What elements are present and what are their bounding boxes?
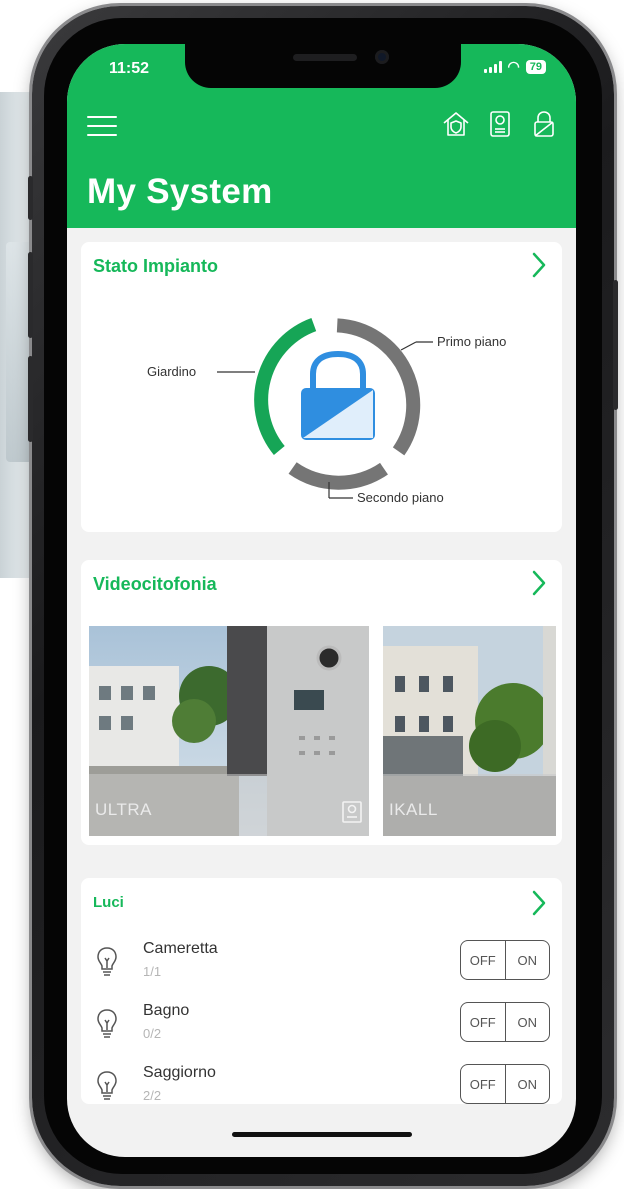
- light-bulb-icon: [97, 947, 117, 976]
- light-toggle: OFF ON: [460, 940, 550, 980]
- light-bulb-icon: [97, 1009, 117, 1038]
- light-row-saggiorno: Saggiorno 2/2 OFF ON: [81, 1064, 562, 1124]
- off-button[interactable]: OFF: [461, 941, 505, 979]
- luci-title: Luci: [93, 894, 124, 911]
- app-screen: 11:52 ◠ 79 My System Stato Impianto Giar…: [67, 44, 576, 1157]
- zone-label-secondo-piano: Secondo piano: [357, 490, 444, 505]
- zone-label-primo-piano: Primo piano: [437, 334, 506, 349]
- videocitofonia-card[interactable]: Videocitofonia ULTRA IKALL: [81, 560, 562, 845]
- on-button[interactable]: ON: [504, 1065, 550, 1103]
- zone-ring-secondo-piano: [288, 462, 388, 490]
- light-room-count: 1/1: [143, 964, 162, 979]
- battery-indicator: 79: [525, 59, 546, 74]
- volume-down-button: [28, 356, 33, 442]
- zone-status-ring: Giardino Primo piano Secondo piano: [147, 318, 506, 505]
- status-icons: ◠ 79: [483, 58, 546, 75]
- stato-impianto-card[interactable]: Stato Impianto Giardino Primo piano Seco…: [81, 242, 562, 532]
- light-room-name: Cameretta: [143, 940, 218, 957]
- off-button[interactable]: OFF: [461, 1003, 505, 1041]
- power-button: [613, 280, 618, 410]
- camera-label-ikall: IKALL: [389, 800, 438, 819]
- speaker-grille: [293, 54, 357, 61]
- light-toggle: OFF ON: [460, 1064, 550, 1104]
- light-room-name: Bagno: [143, 1002, 190, 1019]
- chevron-right-icon[interactable]: [528, 888, 550, 918]
- signal-icon: [483, 60, 502, 73]
- off-button[interactable]: OFF: [461, 1065, 505, 1103]
- volume-up-button: [28, 252, 33, 338]
- lock-icon[interactable]: [528, 108, 560, 140]
- product-mockup: 11:52 ◠ 79 My System Stato Impianto Giar…: [0, 0, 624, 1189]
- zone-label-giardino: Giardino: [147, 364, 196, 379]
- luci-card: Luci Cameretta 1/1 OFF ON Bagno 0/2 OFF …: [81, 878, 562, 1104]
- front-camera: [375, 50, 389, 64]
- on-button[interactable]: ON: [504, 941, 550, 979]
- on-button[interactable]: ON: [504, 1003, 550, 1041]
- chevron-right-icon[interactable]: [528, 568, 550, 598]
- light-room-name: Saggiorno: [143, 1064, 216, 1081]
- light-row-cameretta: Cameretta 1/1 OFF ON: [81, 940, 562, 1000]
- camera-label-ultra: ULTRA: [95, 800, 152, 819]
- home-indicator[interactable]: [232, 1132, 412, 1137]
- light-bulb-icon: [97, 1071, 117, 1100]
- light-room-count: 0/2: [143, 1026, 162, 1041]
- camera-thumbnail-ikall[interactable]: IKALL: [383, 626, 556, 836]
- wifi-icon: ◠: [507, 58, 520, 74]
- videocitofonia-title: Videocitofonia: [93, 574, 217, 594]
- intercom-icon: [342, 801, 362, 823]
- header-actions: [440, 108, 560, 140]
- menu-icon[interactable]: [87, 114, 117, 138]
- light-row-bagno: Bagno 0/2 OFF ON: [81, 1002, 562, 1062]
- camera-thumbnail-ultra[interactable]: ULTRA: [89, 626, 369, 836]
- light-toggle: OFF ON: [460, 1002, 550, 1042]
- lock-status-icon: [301, 350, 375, 440]
- light-room-count: 2/2: [143, 1088, 162, 1103]
- phone-notch: [185, 44, 461, 88]
- leader-primo-piano: [400, 341, 417, 351]
- page-title: My System: [87, 172, 273, 211]
- status-time: 11:52: [109, 60, 150, 77]
- house-shield-icon[interactable]: [440, 108, 472, 140]
- mute-switch: [28, 176, 33, 220]
- intercom-icon[interactable]: [484, 108, 516, 140]
